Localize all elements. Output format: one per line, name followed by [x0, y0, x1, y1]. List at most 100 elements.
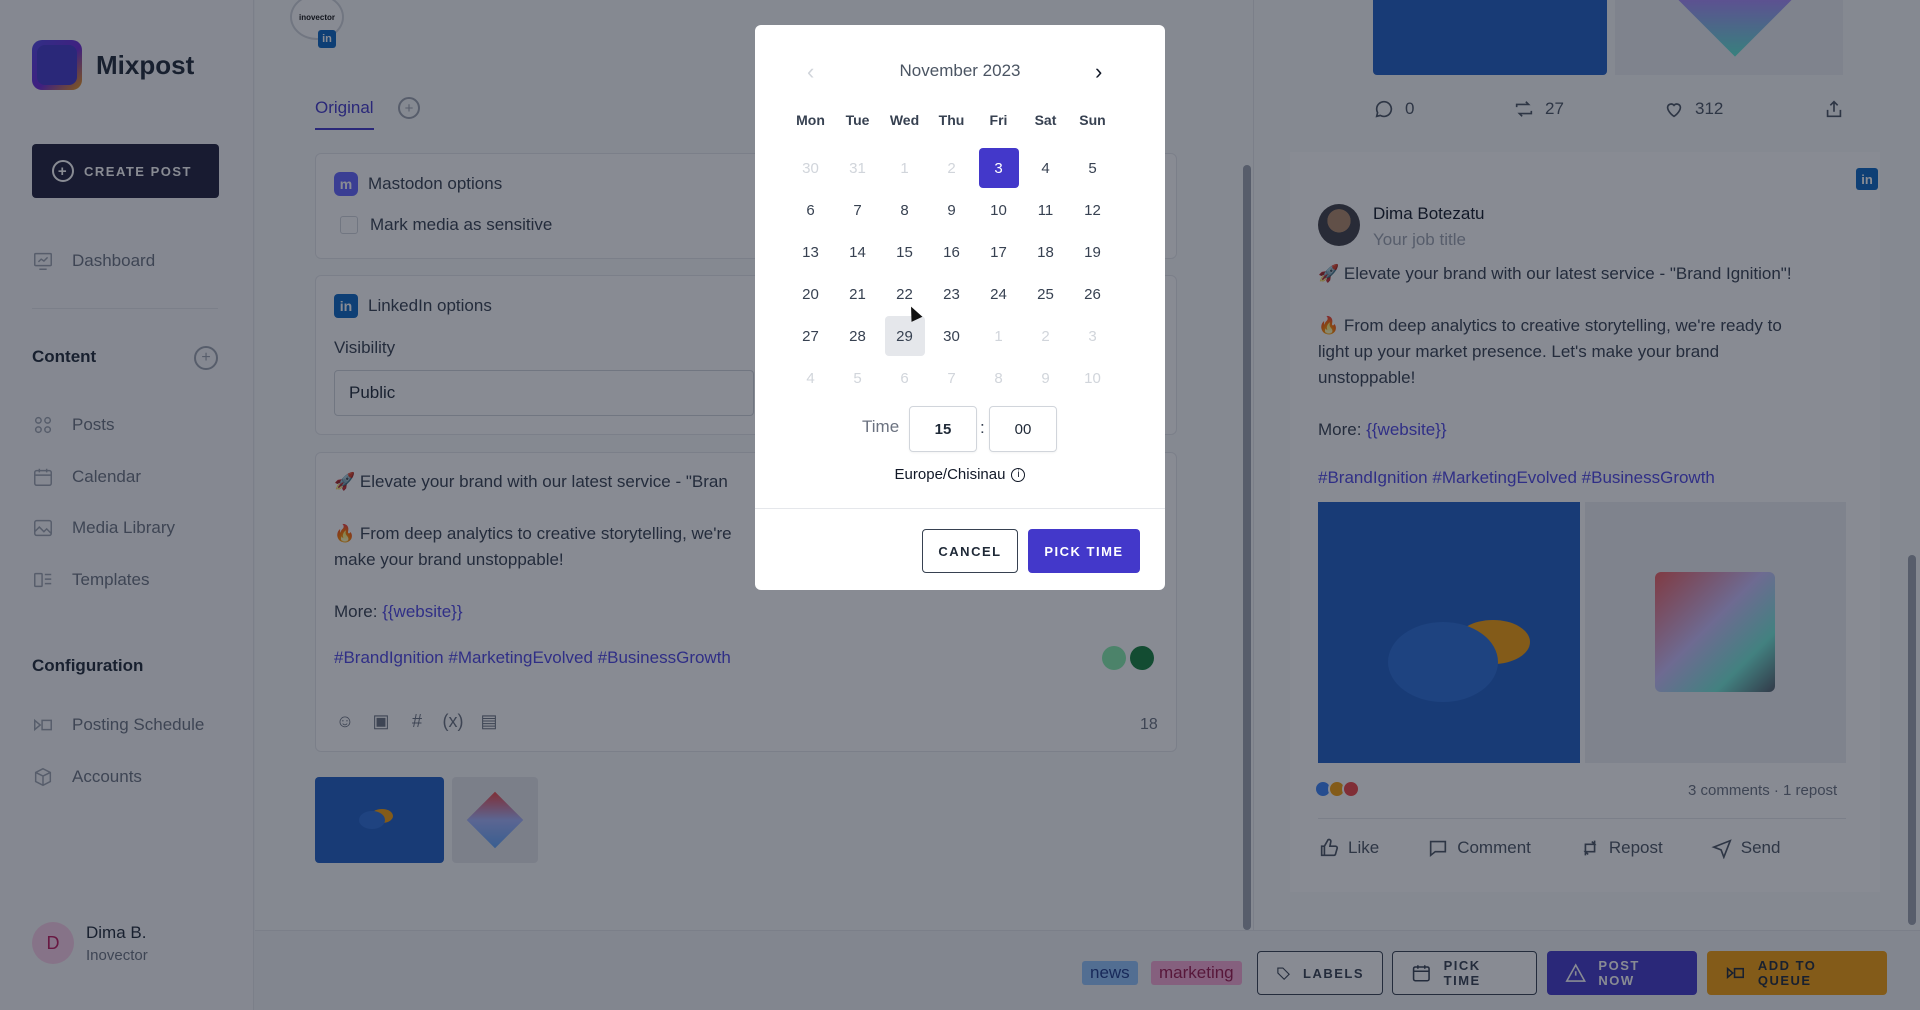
calendar-day[interactable]: 23 [928, 273, 975, 315]
calendar-day[interactable]: 20 [787, 273, 834, 315]
calendar-day[interactable]: 6 [787, 189, 834, 231]
calendar-day[interactable]: 1 [975, 315, 1022, 357]
calendar-day[interactable]: 14 [834, 231, 881, 273]
calendar-day[interactable]: 4 [787, 357, 834, 399]
pick-time-confirm-button[interactable]: PICK TIME [1028, 529, 1140, 573]
calendar-day[interactable]: 9 [1022, 357, 1069, 399]
calendar-day[interactable]: 2 [928, 147, 975, 189]
calendar-day-label: 16 [943, 243, 960, 261]
weekday-header: Mon [796, 112, 825, 128]
calendar-day-label: 11 [1037, 201, 1054, 219]
calendar-day[interactable]: 9 [928, 189, 975, 231]
calendar-day[interactable]: 4 [1022, 147, 1069, 189]
calendar-day-label: 22 [896, 285, 913, 303]
calendar-day-label: 18 [1037, 243, 1054, 261]
calendar-day-label: 1 [900, 159, 909, 177]
calendar-day[interactable]: 12 [1069, 189, 1116, 231]
calendar-day-label: 25 [1037, 285, 1054, 303]
calendar-day[interactable]: 18 [1022, 231, 1069, 273]
calendar-day-label: 31 [849, 159, 866, 177]
calendar-day-label: 5 [853, 369, 862, 387]
calendar-day-label: 30 [943, 327, 960, 345]
calendar-day-label: 8 [900, 201, 909, 219]
calendar-day[interactable]: 10 [1069, 357, 1116, 399]
calendar-day-label: 10 [990, 201, 1007, 219]
calendar-day-label: 8 [994, 369, 1003, 387]
calendar-day[interactable]: 15 [881, 231, 928, 273]
calendar-day[interactable]: 2 [1022, 315, 1069, 357]
calendar-day[interactable]: 5 [834, 357, 881, 399]
hour-input[interactable]: 15 [909, 406, 977, 452]
calendar-day[interactable]: 1 [881, 147, 928, 189]
calendar-day-label: 4 [806, 369, 815, 387]
timezone-label: Europe/Chisinau [894, 466, 1006, 483]
calendar-day-label: 27 [802, 327, 819, 345]
calendar-day[interactable]: 26 [1069, 273, 1116, 315]
info-icon[interactable]: i [1011, 467, 1026, 482]
calendar-day-label: 3 [1088, 327, 1097, 345]
calendar-day-label: 5 [1088, 159, 1097, 177]
calendar-day-label: 26 [1084, 285, 1101, 303]
calendar-day-label: 28 [849, 327, 866, 345]
calendar-day[interactable]: 10 [975, 189, 1022, 231]
weekday-header: Sat [1034, 112, 1057, 128]
calendar-day-label: 30 [802, 159, 819, 177]
calendar-day-label: 15 [896, 243, 913, 261]
calendar-day-label: 12 [1084, 201, 1101, 219]
calendar-day-label: 6 [900, 369, 909, 387]
calendar-day-label: 7 [947, 369, 956, 387]
calendar-day-label: 9 [1041, 369, 1050, 387]
calendar-day-label: 19 [1084, 243, 1101, 261]
calendar-day[interactable]: 30 [787, 147, 834, 189]
calendar-day[interactable]: 7 [928, 357, 975, 399]
calendar-day[interactable]: 24 [975, 273, 1022, 315]
time-label: Time [862, 417, 900, 436]
calendar-day[interactable]: 27 [787, 315, 834, 357]
calendar-day[interactable]: 21 [834, 273, 881, 315]
calendar-day[interactable]: 7 [834, 189, 881, 231]
calendar-day[interactable]: 8 [975, 357, 1022, 399]
calendar-day[interactable]: 6 [881, 357, 928, 399]
calendar-day-label: 17 [990, 243, 1007, 261]
calendar-day[interactable]: 30 [928, 315, 975, 357]
calendar-day[interactable]: 13 [787, 231, 834, 273]
calendar-day[interactable]: 8 [881, 189, 928, 231]
minute-input[interactable]: 00 [989, 406, 1057, 452]
calendar-day-label: 23 [943, 285, 960, 303]
calendar-day-label: 2 [1041, 327, 1050, 345]
calendar-day-label: 13 [802, 243, 819, 261]
calendar-day[interactable]: 25 [1022, 273, 1069, 315]
timezone-row: Europe/Chisinau i [755, 466, 1165, 483]
calendar-day[interactable]: 31 [834, 147, 881, 189]
calendar-day[interactable]: 29 [881, 315, 928, 357]
calendar-day[interactable]: 17 [975, 231, 1022, 273]
date-picker-modal: ‹ November 2023 › Mon Tue Wed Thu Fri Sat Sun 3… [755, 25, 1165, 590]
calendar-day[interactable]: 5 [1069, 147, 1116, 189]
calendar-grid: Mon Tue Wed Thu Fri Sat Sun 30 31 1 2 3 4 5 6 7 8 9 10 11 12… [787, 105, 1116, 399]
calendar-day-label: 6 [806, 201, 815, 219]
calendar-day-label: 9 [947, 201, 956, 219]
weekday-header: Wed [889, 112, 920, 128]
calendar-day-label: 10 [1084, 369, 1101, 387]
next-month-icon[interactable]: › [1095, 59, 1102, 85]
calendar-day[interactable]: 16 [928, 231, 975, 273]
time-separator: : [980, 418, 985, 437]
divider [755, 508, 1165, 509]
calendar-day[interactable]: 28 [834, 315, 881, 357]
calendar-day[interactable]: 3 [1069, 315, 1116, 357]
calendar-day[interactable]: 3 [975, 147, 1022, 189]
cancel-button[interactable]: CANCEL [922, 529, 1018, 573]
calendar-day-label: 21 [849, 285, 866, 303]
calendar-day-label: 20 [802, 285, 819, 303]
calendar-day[interactable]: 11 [1022, 189, 1069, 231]
calendar-day-label: 3 [978, 148, 1019, 188]
weekday-header: Sun [1079, 112, 1106, 128]
calendar-day-label: 14 [849, 243, 866, 261]
calendar-day-label: 4 [1041, 159, 1050, 177]
calendar-day-label: 1 [994, 327, 1003, 345]
calendar-day-label: 2 [947, 159, 956, 177]
month-label: November 2023 [899, 61, 1021, 80]
calendar-day-label: 24 [990, 285, 1007, 303]
weekday-header: Fri [989, 112, 1008, 128]
calendar-day[interactable]: 19 [1069, 231, 1116, 273]
